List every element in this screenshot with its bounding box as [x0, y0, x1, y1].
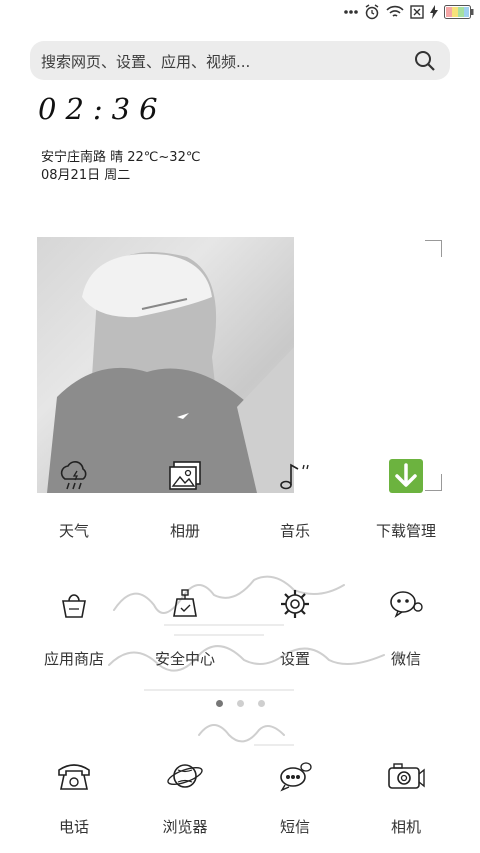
- charging-icon: [430, 5, 438, 19]
- app-store-icon: [50, 580, 98, 628]
- app-phone[interactable]: 电话: [19, 752, 129, 837]
- app-label: 设置: [279, 650, 310, 668]
- download-icon: [382, 452, 430, 500]
- app-label: 浏览器: [162, 818, 208, 836]
- app-label: 音乐: [279, 522, 310, 540]
- status-bar: [0, 0, 480, 28]
- app-label: 短信: [279, 818, 310, 836]
- security-icon: [161, 580, 209, 628]
- clock-widget[interactable]: 02:36: [38, 92, 167, 126]
- camera-icon: [382, 752, 430, 800]
- app-label: 电话: [58, 818, 89, 836]
- phone-icon: [50, 752, 98, 800]
- wifi-icon: [386, 5, 404, 19]
- browser-icon: [161, 752, 209, 800]
- app-label: 安全中心: [154, 650, 215, 668]
- more-dots-icon: [344, 9, 358, 15]
- app-weather[interactable]: 天气: [19, 452, 129, 541]
- wechat-icon: [382, 580, 430, 628]
- app-music[interactable]: 音乐: [240, 452, 350, 541]
- search-bar[interactable]: 搜索网页、设置、应用、视频...: [30, 41, 450, 80]
- search-icon[interactable]: [414, 50, 436, 76]
- page-indicator[interactable]: [0, 700, 480, 707]
- no-sim-icon: [410, 5, 424, 19]
- gallery-icon: [161, 452, 209, 500]
- alarm-icon: [364, 4, 380, 20]
- app-app-store[interactable]: 应用商店: [19, 580, 129, 669]
- page-dot[interactable]: [215, 700, 223, 707]
- app-label: 相机: [390, 818, 421, 836]
- app-label: 下载管理: [375, 522, 436, 540]
- app-browser[interactable]: 浏览器: [130, 752, 240, 837]
- page-dot[interactable]: [236, 700, 244, 707]
- music-icon: [271, 452, 319, 500]
- app-label: 应用商店: [43, 650, 104, 668]
- widget-corner-top: [425, 240, 442, 257]
- weather-icon: [50, 452, 98, 500]
- app-sms[interactable]: 短信: [240, 752, 350, 837]
- app-camera[interactable]: 相机: [351, 752, 461, 837]
- sms-icon: [271, 752, 319, 800]
- weather-info[interactable]: 安宁庄南路 晴 22℃~32℃: [41, 146, 200, 165]
- battery-icon: [444, 5, 474, 19]
- settings-icon: [271, 580, 319, 628]
- app-wechat[interactable]: 微信: [351, 580, 461, 669]
- app-label: 相册: [169, 522, 200, 540]
- app-gallery[interactable]: 相册: [130, 452, 240, 541]
- page-dot[interactable]: [257, 700, 265, 707]
- app-download-manager[interactable]: 下载管理: [351, 452, 461, 541]
- app-label: 微信: [390, 650, 421, 668]
- app-label: 天气: [58, 522, 89, 540]
- app-settings[interactable]: 设置: [240, 580, 350, 669]
- search-input[interactable]: 搜索网页、设置、应用、视频...: [41, 51, 250, 72]
- app-security-center[interactable]: 安全中心: [130, 580, 240, 669]
- date-info: 08月21日 周二: [41, 168, 131, 183]
